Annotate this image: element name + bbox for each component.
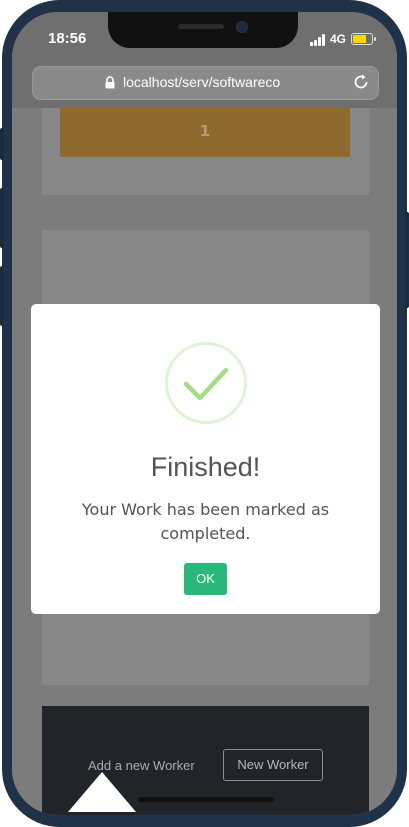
home-indicator[interactable] — [138, 797, 274, 802]
network-type: 4G — [330, 32, 347, 46]
dialog-title: Finished! — [150, 452, 261, 482]
browser-bar: localhost/serv/softwareco — [12, 62, 397, 108]
signal-icon — [310, 34, 326, 46]
checkmark-icon — [183, 367, 229, 401]
notch — [108, 12, 298, 48]
phone-screen: 18:56 4G localhost/serv/softwareco 1 Add… — [12, 12, 397, 815]
speaker — [178, 24, 224, 29]
url-text: localhost/serv/softwareco — [123, 74, 281, 90]
add-worker-label: Add a new Worker — [88, 758, 195, 773]
address-bar[interactable]: localhost/serv/softwareco — [32, 66, 379, 100]
phone-side-button — [0, 188, 4, 248]
ok-button[interactable]: OK — [184, 563, 227, 595]
success-circle — [165, 342, 247, 424]
status-time: 18:56 — [48, 30, 87, 47]
cursor-pointer — [68, 772, 136, 812]
battery-icon — [351, 33, 376, 45]
new-worker-button[interactable]: New Worker — [223, 749, 323, 781]
phone-side-button — [0, 266, 4, 326]
success-dialog: Finished! Your Work has been marked as c… — [31, 304, 380, 614]
summary-card: 1 — [42, 108, 369, 195]
status-bar: 18:56 4G — [12, 12, 397, 68]
phone-side-button — [0, 128, 4, 160]
dialog-message: Your Work has been marked as completed. — [81, 500, 330, 543]
lock-icon — [105, 76, 115, 89]
count-value: 1 — [199, 122, 211, 140]
count-banner: 1 — [60, 108, 350, 157]
phone-side-button — [405, 212, 409, 308]
camera — [236, 21, 248, 33]
reload-icon[interactable] — [352, 73, 370, 91]
